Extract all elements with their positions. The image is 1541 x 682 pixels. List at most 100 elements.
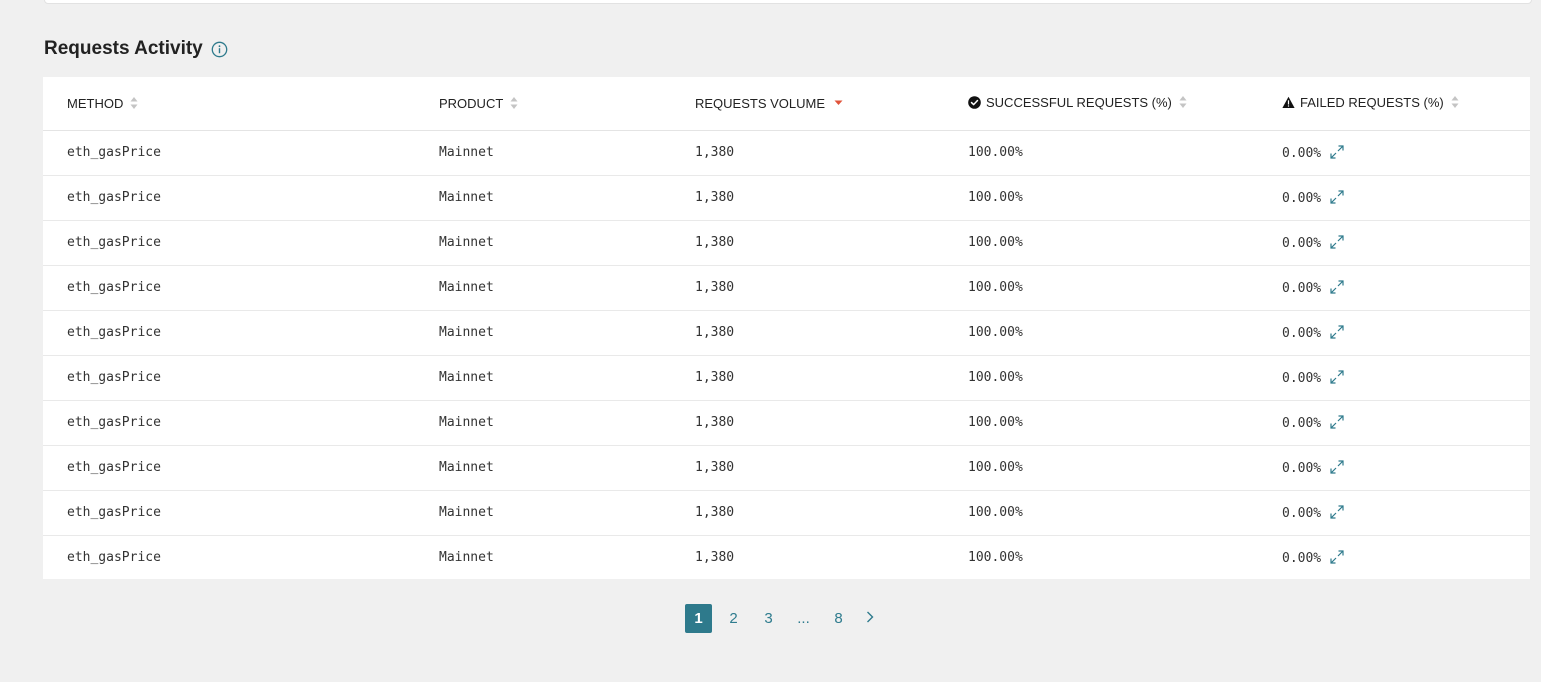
cell-failed: 0.00%: [1282, 175, 1530, 220]
cell-success: 100.00%: [968, 280, 1023, 295]
sort-icon[interactable]: [510, 96, 518, 110]
cell-success: 100.00%: [968, 190, 1023, 205]
sort-icon[interactable]: [1451, 95, 1459, 109]
warning-triangle-icon: [1282, 96, 1295, 109]
requests-table: METHOD PRODUCT REQUESTS VOLUME SUCCESSFU…: [43, 77, 1530, 580]
cell-failed: 0.00%: [1282, 220, 1530, 265]
cell-success: 100.00%: [968, 415, 1023, 430]
top-card: [44, 0, 1532, 4]
cell-volume: 1,380: [695, 235, 735, 250]
cell-success: 100.00%: [968, 505, 1023, 520]
cell-failed: 0.00%: [1282, 130, 1530, 175]
cell-method: eth_gasPrice: [67, 370, 161, 385]
expand-link-icon[interactable]: [1330, 189, 1344, 204]
expand-link-icon[interactable]: [1330, 414, 1344, 429]
table-row: eth_gasPrice Mainnet 1,380 100.00% 0.00%: [43, 445, 1530, 490]
cell-failed: 0.00%: [1282, 490, 1530, 535]
cell-method: eth_gasPrice: [67, 145, 161, 160]
failed-value: 0.00%: [1282, 190, 1322, 206]
expand-link-icon[interactable]: [1330, 324, 1344, 339]
expand-link-icon[interactable]: [1330, 550, 1344, 564]
sort-icon[interactable]: [1179, 95, 1187, 109]
table-row: eth_gasPrice Mainnet 1,380 100.00% 0.00%: [43, 220, 1530, 265]
cell-success: 100.00%: [968, 550, 1023, 566]
cell-method: eth_gasPrice: [67, 460, 161, 475]
sort-desc-icon[interactable]: [834, 96, 843, 110]
cell-method: eth_gasPrice: [67, 505, 161, 520]
cell-product: Mainnet: [439, 550, 494, 566]
cell-volume: 1,380: [695, 460, 735, 475]
cell-success: 100.00%: [968, 235, 1023, 250]
expand-link-icon[interactable]: [1330, 279, 1344, 294]
page-button-2[interactable]: 2: [720, 604, 747, 633]
cell-product: Mainnet: [439, 235, 494, 250]
table-row: eth_gasPrice Mainnet 1,380 100.00% 0.00%: [43, 490, 1530, 535]
cell-method: eth_gasPrice: [67, 325, 161, 340]
page-button-last[interactable]: 8: [825, 604, 852, 633]
cell-product: Mainnet: [439, 280, 494, 295]
column-label: PRODUCT: [439, 95, 504, 111]
page-button-3[interactable]: 3: [755, 604, 782, 633]
expand-link-icon[interactable]: [1330, 234, 1344, 249]
cell-volume: 1,380: [695, 370, 735, 385]
column-header-successful-requests[interactable]: SUCCESSFUL REQUESTS (%): [968, 77, 1282, 130]
column-header-method[interactable]: METHOD: [43, 77, 439, 130]
failed-value: 0.00%: [1282, 505, 1322, 521]
column-header-requests-volume[interactable]: REQUESTS VOLUME: [695, 77, 968, 130]
cell-method: eth_gasPrice: [67, 415, 161, 430]
cell-failed: 0.00%: [1282, 355, 1530, 400]
failed-value: 0.00%: [1282, 325, 1322, 341]
requests-table-card: METHOD PRODUCT REQUESTS VOLUME SUCCESSFU…: [43, 77, 1530, 579]
cell-failed: 0.00%: [1282, 445, 1530, 490]
expand-link-icon[interactable]: [1330, 369, 1344, 384]
table-header-row: METHOD PRODUCT REQUESTS VOLUME SUCCESSFU…: [43, 77, 1530, 130]
section-header: Requests Activity: [44, 36, 228, 62]
cell-volume: 1,380: [695, 415, 735, 430]
column-label: SUCCESSFUL REQUESTS (%): [986, 94, 1172, 110]
cell-method: eth_gasPrice: [67, 550, 161, 566]
page-button-1[interactable]: 1: [685, 604, 712, 633]
sort-icon[interactable]: [130, 96, 138, 110]
page-ellipsis: ...: [797, 610, 810, 627]
failed-value: 0.00%: [1282, 415, 1322, 431]
cell-method: eth_gasPrice: [67, 235, 161, 250]
cell-failed: 0.00%: [1282, 265, 1530, 310]
failed-value: 0.00%: [1282, 550, 1322, 566]
table-row: eth_gasPrice Mainnet 1,380 100.00% 0.00%: [43, 265, 1530, 310]
next-page-button[interactable]: [860, 604, 880, 633]
column-header-product[interactable]: PRODUCT: [439, 77, 695, 130]
table-row: eth_gasPrice Mainnet 1,380 100.00% 0.00%: [43, 175, 1530, 220]
cell-product: Mainnet: [439, 325, 494, 340]
cell-method: eth_gasPrice: [67, 190, 161, 205]
cell-product: Mainnet: [439, 505, 494, 520]
cell-success: 100.00%: [968, 145, 1023, 160]
cell-product: Mainnet: [439, 415, 494, 430]
failed-value: 0.00%: [1282, 370, 1322, 386]
failed-value: 0.00%: [1282, 145, 1322, 161]
cell-failed: 0.00%: [1282, 310, 1530, 355]
failed-value: 0.00%: [1282, 235, 1322, 251]
cell-failed: 0.00%: [1282, 535, 1530, 580]
cell-success: 100.00%: [968, 460, 1023, 475]
column-label: REQUESTS VOLUME: [695, 95, 826, 111]
section-title: Requests Activity: [44, 38, 203, 59]
chevron-right-icon: [866, 610, 874, 628]
cell-success: 100.00%: [968, 325, 1023, 340]
expand-link-icon[interactable]: [1330, 144, 1344, 159]
failed-value: 0.00%: [1282, 460, 1322, 476]
table-row: eth_gasPrice Mainnet 1,380 100.00% 0.00%: [43, 400, 1530, 445]
expand-link-icon[interactable]: [1330, 504, 1344, 519]
table-row: eth_gasPrice Mainnet 1,380 100.00% 0.00%: [43, 535, 1530, 580]
cell-volume: 1,380: [695, 505, 735, 520]
cell-product: Mainnet: [439, 370, 494, 385]
expand-link-icon[interactable]: [1330, 459, 1344, 474]
cell-volume: 1,380: [695, 280, 735, 295]
check-circle-icon: [968, 95, 981, 109]
table-body: eth_gasPrice Mainnet 1,380 100.00% 0.00%…: [43, 130, 1530, 580]
cell-volume: 1,380: [695, 145, 735, 160]
column-label: FAILED REQUESTS (%): [1300, 94, 1444, 110]
cell-product: Mainnet: [439, 145, 494, 160]
table-row: eth_gasPrice Mainnet 1,380 100.00% 0.00%: [43, 310, 1530, 355]
info-icon[interactable]: [211, 41, 228, 58]
column-header-failed-requests[interactable]: FAILED REQUESTS (%): [1282, 77, 1530, 130]
